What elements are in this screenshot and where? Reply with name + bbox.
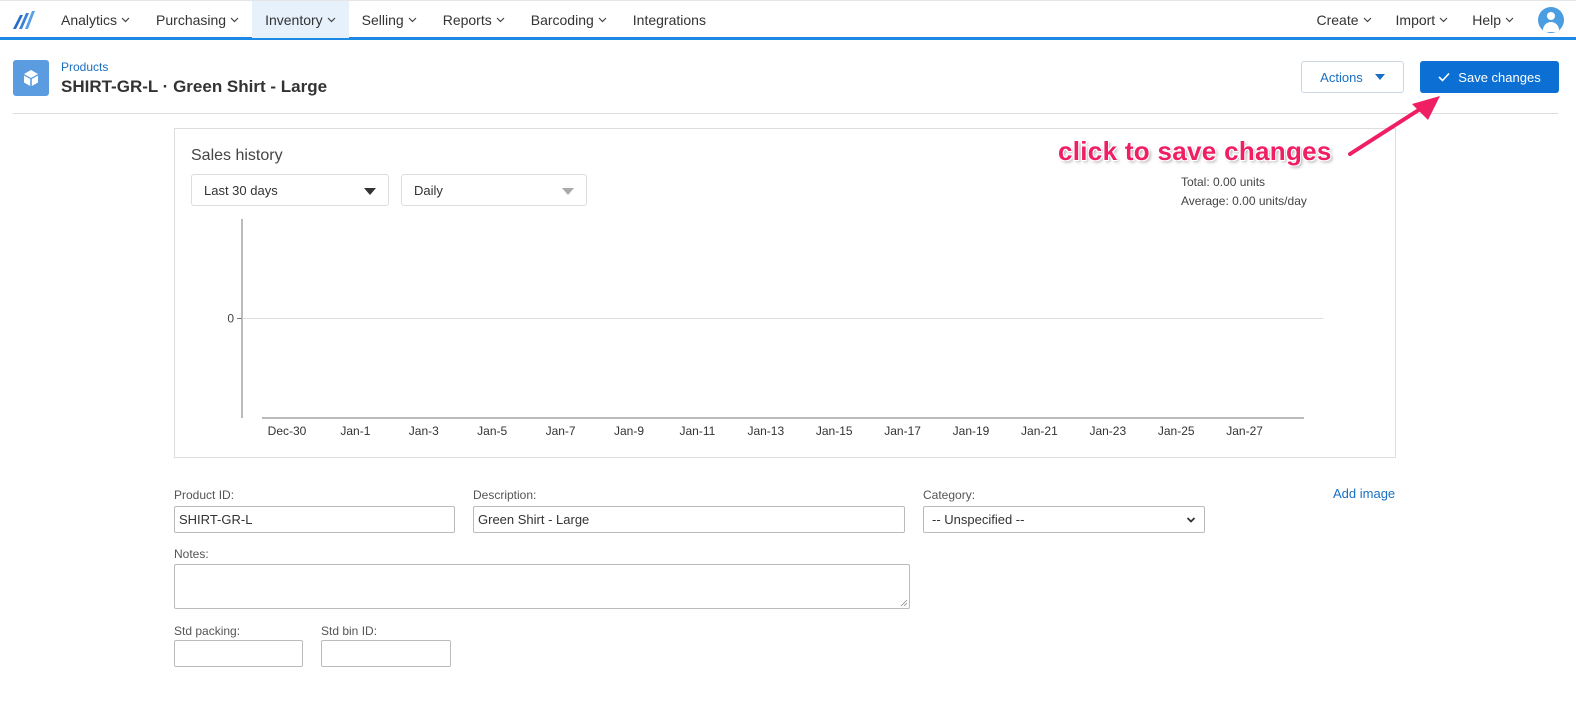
category-select[interactable]: -- Unspecified -- [923, 506, 1205, 533]
nav-item-label: Barcoding [530, 11, 594, 28]
save-changes-button[interactable]: Save changes [1420, 61, 1559, 93]
header-divider [13, 113, 1558, 114]
std-bin-id-label: Std bin ID: [321, 624, 378, 638]
nav-item-reports[interactable]: Reports [430, 1, 518, 38]
category-value: -- Unspecified -- [932, 512, 1025, 527]
nav-item-inventory[interactable]: Inventory [252, 1, 349, 38]
nav-item-selling[interactable]: Selling [349, 1, 430, 38]
nav-item-analytics[interactable]: Analytics [48, 1, 143, 38]
nav-item-label: Purchasing [156, 11, 227, 28]
chevron-down-icon [496, 17, 505, 23]
x-tick-label: Jan-27 [1226, 424, 1263, 438]
std-bin-id-input[interactable] [321, 640, 451, 667]
notes-textarea[interactable] [174, 564, 910, 609]
chevron-down-icon [1363, 17, 1371, 23]
user-avatar-icon[interactable] [1538, 6, 1564, 33]
x-tick-label: Jan-23 [1089, 424, 1126, 438]
nav-item-purchasing[interactable]: Purchasing [143, 1, 252, 38]
nav-item-barcoding[interactable]: Barcoding [518, 1, 620, 38]
caret-down-icon [1374, 74, 1385, 80]
chevron-down-icon [1505, 17, 1514, 23]
breadcrumb-products[interactable]: Products [61, 60, 108, 74]
secondary-menu: Create Import Help [1304, 1, 1576, 38]
sales-history-chart: 0 Dec-30 Jan-1 Jan-3 Jan-5 Jan-7 Jan-9 Jan-11 Ja… [227, 219, 1323, 438]
nav-item-integrations[interactable]: Integrations [620, 1, 719, 38]
chevron-down-icon [121, 17, 130, 23]
chevron-down-icon [230, 17, 239, 23]
nav-item-help[interactable]: Help [1460, 1, 1526, 38]
x-tick-label: Jan-17 [884, 424, 921, 438]
x-tick-label: Jan-1 [340, 424, 370, 438]
nav-item-label: Selling [361, 11, 404, 28]
app-logo-icon[interactable] [12, 10, 38, 30]
save-changes-label: Save changes [1458, 69, 1541, 85]
nav-item-import[interactable]: Import [1384, 1, 1461, 38]
x-tick-label: Jan-5 [477, 424, 507, 438]
chevron-down-icon [408, 17, 417, 23]
x-tick-label: Dec-30 [268, 424, 307, 438]
x-tick-label: Jan-7 [546, 424, 576, 438]
checkmark-icon [1438, 72, 1450, 82]
nav-item-label: Inventory [265, 11, 323, 28]
nav-item-label: Reports [442, 11, 492, 28]
x-tick-label: Jan-13 [747, 424, 784, 438]
nav-item-label: Analytics [61, 11, 118, 28]
description-input[interactable] [473, 506, 905, 533]
nav-item-label: Create [1316, 11, 1359, 28]
resize-handle-icon[interactable] [900, 599, 908, 607]
chevron-down-icon [598, 17, 607, 23]
category-label: Category: [923, 488, 976, 502]
description-label: Description: [473, 488, 537, 502]
x-tick-label: Jan-15 [816, 424, 853, 438]
x-tick-label: Jan-19 [953, 424, 990, 438]
x-tick-label: Jan-11 [679, 424, 715, 438]
annotation-arrow-icon [1348, 96, 1440, 156]
x-tick-label: Jan-21 [1021, 424, 1058, 438]
y-tick-label: 0 [227, 312, 234, 326]
x-tick-label: Jan-25 [1158, 424, 1195, 438]
chevron-down-icon [1186, 517, 1196, 523]
notes-label: Notes: [174, 547, 209, 561]
chevron-down-icon [1439, 17, 1448, 23]
actions-button[interactable]: Actions [1301, 61, 1404, 93]
actions-label: Actions [1320, 69, 1363, 85]
nav-item-label: Integrations [632, 11, 706, 28]
x-tick-label: Jan-3 [409, 424, 439, 438]
cube-icon [13, 60, 49, 96]
nav-item-label: Help [1472, 11, 1501, 28]
chevron-down-icon [327, 17, 336, 23]
page-title: SHIRT-GR-L · Green Shirt - Large [61, 77, 328, 96]
std-packing-input[interactable] [174, 640, 303, 667]
top-navigation: Analytics Purchasing Inventory Selling Repor… [0, 0, 1576, 40]
x-tick-label: Jan-9 [614, 424, 644, 438]
add-image-link[interactable]: Add image [1333, 486, 1395, 501]
product-id-label: Product ID: [174, 488, 235, 502]
nav-item-create[interactable]: Create [1304, 1, 1383, 38]
std-packing-label: Std packing: [174, 624, 241, 638]
product-id-input[interactable] [174, 506, 455, 533]
main-menu: Analytics Purchasing Inventory Selling Repor… [48, 1, 719, 38]
sales-history-panel: Sales history Last 30 days Daily Total: … [174, 128, 1396, 458]
annotation-text: click to save changes [1058, 136, 1332, 166]
nav-item-label: Import [1395, 11, 1436, 28]
